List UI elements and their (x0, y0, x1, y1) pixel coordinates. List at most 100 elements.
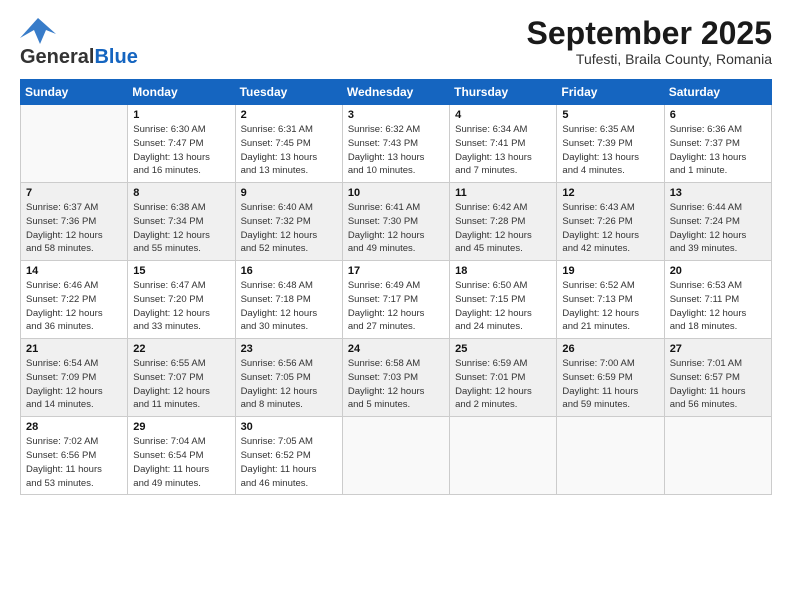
location-subtitle: Tufesti, Braila County, Romania (527, 51, 772, 67)
calendar-cell: 14Sunrise: 6:46 AMSunset: 7:22 PMDayligh… (21, 261, 128, 339)
calendar-cell: 21 Sunrise: 6:54 AMSunset: 7:09 PMDayligh… (21, 339, 128, 417)
calendar-cell: 27Sunrise: 7:01 AMSunset: 6:57 PMDayligh… (664, 339, 771, 417)
calendar-cell: 17 Sunrise: 6:49 AMSunset: 7:17 PMDayligh… (342, 261, 449, 339)
title-block: September 2025 Tufesti, Braila County, R… (527, 16, 772, 67)
day-info: Sunrise: 6:56 AMSunset: 7:05 PMDaylight:… (241, 357, 337, 412)
day-number: 16 (241, 265, 337, 277)
day-number: 21 (26, 343, 122, 355)
calendar-cell: 4 Sunrise: 6:34 AMSunset: 7:41 PMDaylight… (450, 105, 557, 183)
day-info: Sunrise: 6:37 AMSunset: 7:36 PMDaylight:… (26, 201, 122, 256)
day-number: 9 (241, 187, 337, 199)
calendar-cell: 12 Sunrise: 6:43 AMSunset: 7:26 PMDayligh… (557, 183, 664, 261)
calendar-body: 1 Sunrise: 6:30 AMSunset: 7:47 PMDaylight… (21, 105, 772, 495)
day-info: Sunrise: 6:49 AMSunset: 7:17 PMDaylight:… (348, 279, 444, 334)
day-number: 1 (133, 109, 229, 121)
calendar-cell (664, 417, 771, 495)
page-header: General Blue September 2025 Tufesti, Bra… (20, 16, 772, 69)
calendar-cell: 8Sunrise: 6:38 AMSunset: 7:34 PMDaylight… (128, 183, 235, 261)
day-number: 23 (241, 343, 337, 355)
calendar-cell: 9 Sunrise: 6:40 AMSunset: 7:32 PMDaylight… (235, 183, 342, 261)
calendar-cell (342, 417, 449, 495)
logo: General Blue (20, 16, 138, 69)
calendar-cell: 20Sunrise: 6:53 AMSunset: 7:11 PMDayligh… (664, 261, 771, 339)
col-sunday: Sunday (21, 80, 128, 105)
calendar-cell: 29Sunrise: 7:04 AMSunset: 6:54 PMDayligh… (128, 417, 235, 495)
calendar-cell: 10 Sunrise: 6:41 AMSunset: 7:30 PMDayligh… (342, 183, 449, 261)
day-info: Sunrise: 6:55 AMSunset: 7:07 PMDaylight:… (133, 357, 229, 412)
calendar-cell: 18 Sunrise: 6:50 AMSunset: 7:15 PMDayligh… (450, 261, 557, 339)
day-number: 19 (562, 265, 658, 277)
day-info: Sunrise: 6:59 AMSunset: 7:01 PMDaylight:… (455, 357, 551, 412)
calendar-cell: 26Sunrise: 7:00 AMSunset: 6:59 PMDayligh… (557, 339, 664, 417)
day-number: 27 (670, 343, 766, 355)
day-info: Sunrise: 7:04 AMSunset: 6:54 PMDaylight:… (133, 435, 229, 490)
day-number: 28 (26, 421, 122, 433)
day-number: 18 (455, 265, 551, 277)
day-number: 22 (133, 343, 229, 355)
day-number: 20 (670, 265, 766, 277)
day-info: Sunrise: 6:50 AMSunset: 7:15 PMDaylight:… (455, 279, 551, 334)
day-number: 13 (670, 187, 766, 199)
day-number: 10 (348, 187, 444, 199)
day-info: Sunrise: 6:48 AMSunset: 7:18 PMDaylight:… (241, 279, 337, 334)
calendar-header: Sunday Monday Tuesday Wednesday Thursday… (21, 80, 772, 105)
day-number: 17 (348, 265, 444, 277)
day-info: Sunrise: 6:34 AMSunset: 7:41 PMDaylight:… (455, 123, 551, 178)
day-info: Sunrise: 6:54 AMSunset: 7:09 PMDaylight:… (26, 357, 122, 412)
calendar-cell (21, 105, 128, 183)
logo-bird-icon (20, 16, 56, 46)
col-tuesday: Tuesday (235, 80, 342, 105)
calendar-week-row: 14Sunrise: 6:46 AMSunset: 7:22 PMDayligh… (21, 261, 772, 339)
day-info: Sunrise: 6:36 AMSunset: 7:37 PMDaylight:… (670, 123, 766, 178)
day-info: Sunrise: 7:05 AMSunset: 6:52 PMDaylight:… (241, 435, 337, 490)
day-number: 8 (133, 187, 229, 199)
calendar-cell: 7Sunrise: 6:37 AMSunset: 7:36 PMDaylight… (21, 183, 128, 261)
day-info: Sunrise: 7:00 AMSunset: 6:59 PMDaylight:… (562, 357, 658, 412)
day-number: 4 (455, 109, 551, 121)
day-number: 15 (133, 265, 229, 277)
day-info: Sunrise: 6:47 AMSunset: 7:20 PMDaylight:… (133, 279, 229, 334)
col-wednesday: Wednesday (342, 80, 449, 105)
calendar-week-row: 28 Sunrise: 7:02 AMSunset: 6:56 PMDayligh… (21, 417, 772, 495)
calendar-week-row: 21 Sunrise: 6:54 AMSunset: 7:09 PMDayligh… (21, 339, 772, 417)
calendar-cell: 6 Sunrise: 6:36 AMSunset: 7:37 PMDaylight… (664, 105, 771, 183)
calendar-table: Sunday Monday Tuesday Wednesday Thursday… (20, 79, 772, 495)
day-info: Sunrise: 6:44 AMSunset: 7:24 PMDaylight:… (670, 201, 766, 256)
calendar-cell (557, 417, 664, 495)
calendar-cell: 30 Sunrise: 7:05 AMSunset: 6:52 PMDayligh… (235, 417, 342, 495)
calendar-cell: 22 Sunrise: 6:55 AMSunset: 7:07 PMDayligh… (128, 339, 235, 417)
day-number: 6 (670, 109, 766, 121)
calendar-cell: 2 Sunrise: 6:31 AMSunset: 7:45 PMDaylight… (235, 105, 342, 183)
day-info: Sunrise: 6:41 AMSunset: 7:30 PMDaylight:… (348, 201, 444, 256)
day-number: 11 (455, 187, 551, 199)
day-info: Sunrise: 6:32 AMSunset: 7:43 PMDaylight:… (348, 123, 444, 178)
calendar-cell: 3Sunrise: 6:32 AMSunset: 7:43 PMDaylight… (342, 105, 449, 183)
calendar-cell: 13 Sunrise: 6:44 AMSunset: 7:24 PMDayligh… (664, 183, 771, 261)
day-number: 24 (348, 343, 444, 355)
calendar-cell (450, 417, 557, 495)
day-info: Sunrise: 6:43 AMSunset: 7:26 PMDaylight:… (562, 201, 658, 256)
day-info: Sunrise: 6:40 AMSunset: 7:32 PMDaylight:… (241, 201, 337, 256)
day-info: Sunrise: 7:02 AMSunset: 6:56 PMDaylight:… (26, 435, 122, 490)
calendar-cell: 24 Sunrise: 6:58 AMSunset: 7:03 PMDayligh… (342, 339, 449, 417)
day-number: 30 (241, 421, 337, 433)
day-number: 12 (562, 187, 658, 199)
col-monday: Monday (128, 80, 235, 105)
col-friday: Friday (557, 80, 664, 105)
calendar-cell: 25Sunrise: 6:59 AMSunset: 7:01 PMDayligh… (450, 339, 557, 417)
day-info: Sunrise: 6:30 AMSunset: 7:47 PMDaylight:… (133, 123, 229, 178)
col-thursday: Thursday (450, 80, 557, 105)
col-saturday: Saturday (664, 80, 771, 105)
calendar-week-row: 7Sunrise: 6:37 AMSunset: 7:36 PMDaylight… (21, 183, 772, 261)
day-info: Sunrise: 6:46 AMSunset: 7:22 PMDaylight:… (26, 279, 122, 334)
day-info: Sunrise: 6:58 AMSunset: 7:03 PMDaylight:… (348, 357, 444, 412)
day-number: 2 (241, 109, 337, 121)
calendar-week-row: 1 Sunrise: 6:30 AMSunset: 7:47 PMDaylight… (21, 105, 772, 183)
calendar-cell: 1 Sunrise: 6:30 AMSunset: 7:47 PMDaylight… (128, 105, 235, 183)
day-info: Sunrise: 6:52 AMSunset: 7:13 PMDaylight:… (562, 279, 658, 334)
calendar-cell: 5Sunrise: 6:35 AMSunset: 7:39 PMDaylight… (557, 105, 664, 183)
day-info: Sunrise: 6:31 AMSunset: 7:45 PMDaylight:… (241, 123, 337, 178)
calendar-cell: 15 Sunrise: 6:47 AMSunset: 7:20 PMDayligh… (128, 261, 235, 339)
calendar-cell: 16 Sunrise: 6:48 AMSunset: 7:18 PMDayligh… (235, 261, 342, 339)
calendar-cell: 11Sunrise: 6:42 AMSunset: 7:28 PMDayligh… (450, 183, 557, 261)
